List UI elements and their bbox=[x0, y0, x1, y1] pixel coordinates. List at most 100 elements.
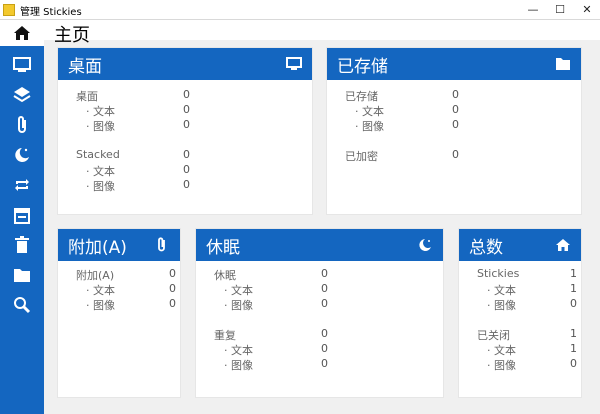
stat-value: 0 bbox=[169, 297, 176, 310]
sidebar-item-home[interactable] bbox=[0, 20, 44, 46]
stat-value: 0 bbox=[169, 267, 176, 280]
stat-value: 0 bbox=[321, 327, 328, 340]
repeat-icon bbox=[15, 179, 29, 191]
stat-value: 0 bbox=[183, 178, 190, 191]
stat-value: 0 bbox=[452, 88, 459, 101]
stat-value: 0 bbox=[183, 118, 190, 131]
minimize-button[interactable]: — bbox=[520, 0, 546, 19]
moon-icon bbox=[419, 239, 431, 251]
stat-label: · 文本 bbox=[487, 284, 516, 297]
stat-label: · 文本 bbox=[86, 105, 115, 118]
card-title: 总数 bbox=[469, 238, 503, 258]
stat-value: 0 bbox=[183, 103, 190, 116]
sidebar-item-repeat[interactable] bbox=[0, 170, 44, 200]
trash-icon bbox=[15, 236, 29, 253]
stat-value: 0 bbox=[183, 148, 190, 161]
calendar-icon bbox=[14, 208, 30, 224]
monitor-icon bbox=[286, 57, 302, 70]
stat-label: · 文本 bbox=[224, 284, 253, 297]
stat-label: · 图像 bbox=[224, 299, 253, 312]
stat-value: 1 bbox=[570, 282, 577, 295]
card-body: 已存储 0 · 文本 0 · 图像 0 已加密 0 bbox=[327, 80, 581, 214]
moon-icon bbox=[15, 148, 29, 162]
window-title: 管理 Stickies bbox=[20, 7, 82, 18]
folder-icon bbox=[14, 269, 30, 282]
sidebar-item-attached[interactable] bbox=[0, 110, 44, 140]
sidebar-item-sleep[interactable] bbox=[0, 140, 44, 170]
card-body: 休眠 0 · 文本 0 · 图像 0 重复 0 · 文本 0 · 图像 0 bbox=[196, 261, 443, 397]
stat-label: · 图像 bbox=[224, 359, 253, 372]
sidebar-item-stacked[interactable] bbox=[0, 80, 44, 110]
stat-label: · 文本 bbox=[487, 344, 516, 357]
card-desktop: 桌面 桌面 0 · 文本 0 · 图像 0 Stacked 0 · 文本 0 · 图像 0 bbox=[58, 48, 312, 214]
stat-label: · 图像 bbox=[86, 180, 115, 193]
stat-label: · 图像 bbox=[487, 299, 516, 312]
stat-label: · 图像 bbox=[86, 120, 115, 133]
card-header[interactable]: 附加(A) bbox=[58, 229, 180, 261]
stat-label: 重复 bbox=[214, 329, 236, 342]
stat-value: 1 bbox=[570, 342, 577, 355]
sidebar-item-trash[interactable] bbox=[0, 230, 44, 260]
card-header[interactable]: 桌面 bbox=[58, 48, 312, 80]
home-icon bbox=[556, 239, 570, 251]
stat-label: · 文本 bbox=[86, 165, 115, 178]
card-total: 总数 Stickies 1 · 文本 1 · 图像 0 已关闭 1 · 文本 1 · 图像… bbox=[459, 229, 581, 397]
stat-value: 0 bbox=[321, 282, 328, 295]
stat-value: 0 bbox=[169, 282, 176, 295]
card-title: 桌面 bbox=[68, 57, 102, 77]
paperclip-icon bbox=[158, 237, 165, 252]
stat-label: 休眠 bbox=[214, 269, 236, 282]
stat-value: 0 bbox=[452, 103, 459, 116]
stat-value: 1 bbox=[570, 267, 577, 280]
sidebar bbox=[0, 20, 44, 414]
card-body: 桌面 0 · 文本 0 · 图像 0 Stacked 0 · 文本 0 · 图像 0 bbox=[58, 80, 312, 214]
home-icon bbox=[14, 26, 30, 40]
sidebar-item-search[interactable] bbox=[0, 290, 44, 320]
stat-label: 桌面 bbox=[76, 90, 98, 103]
stat-label: 已加密 bbox=[345, 150, 378, 163]
stat-label: Stickies bbox=[477, 267, 520, 280]
sidebar-item-stored[interactable] bbox=[0, 260, 44, 290]
maximize-button[interactable]: ☐ bbox=[547, 0, 573, 19]
stat-label: · 图像 bbox=[355, 120, 384, 133]
stat-value: 0 bbox=[570, 297, 577, 310]
stat-value: 0 bbox=[321, 357, 328, 370]
close-button[interactable]: ✕ bbox=[574, 0, 600, 19]
stat-label: · 文本 bbox=[224, 344, 253, 357]
card-sleep: 休眠 休眠 0 · 文本 0 · 图像 0 重复 0 · 文本 0 · 图像 0 bbox=[196, 229, 443, 397]
stat-value: 0 bbox=[321, 267, 328, 280]
card-attached: 附加(A) 附加(A) 0 · 文本 0 · 图像 0 bbox=[58, 229, 180, 397]
stat-value: 0 bbox=[452, 148, 459, 161]
stat-label: · 文本 bbox=[355, 105, 384, 118]
card-header[interactable]: 已存储 bbox=[327, 48, 581, 80]
card-title: 已存储 bbox=[337, 57, 388, 77]
card-header[interactable]: 休眠 bbox=[196, 229, 443, 261]
stat-value: 0 bbox=[321, 297, 328, 310]
card-stored: 已存储 已存储 0 · 文本 0 · 图像 0 已加密 0 bbox=[327, 48, 581, 214]
stat-value: 0 bbox=[183, 163, 190, 176]
stat-value: 0 bbox=[183, 88, 190, 101]
stat-label: · 文本 bbox=[86, 284, 115, 297]
stat-value: 0 bbox=[452, 118, 459, 131]
stickies-app-icon bbox=[3, 4, 15, 16]
stat-label: Stacked bbox=[76, 148, 120, 161]
stat-value: 0 bbox=[570, 357, 577, 370]
stat-value: 0 bbox=[321, 342, 328, 355]
search-icon bbox=[14, 297, 31, 314]
card-title: 附加(A) bbox=[68, 238, 127, 258]
stat-label: 附加(A) bbox=[76, 269, 115, 282]
stat-label: · 图像 bbox=[487, 359, 516, 372]
card-header[interactable]: 总数 bbox=[459, 229, 581, 261]
stat-label: 已存储 bbox=[345, 90, 378, 103]
monitor-icon bbox=[13, 57, 31, 72]
card-title: 休眠 bbox=[206, 238, 240, 258]
layers-icon bbox=[13, 87, 31, 103]
card-body: 附加(A) 0 · 文本 0 · 图像 0 bbox=[58, 261, 180, 397]
page-title: 主页 bbox=[54, 25, 90, 46]
stat-value: 1 bbox=[570, 327, 577, 340]
paperclip-icon bbox=[18, 116, 26, 133]
sidebar-item-calendar[interactable] bbox=[0, 200, 44, 230]
title-bar: 管理 Stickies — ☐ ✕ bbox=[0, 0, 600, 20]
sidebar-item-desktop[interactable] bbox=[0, 50, 44, 80]
folder-icon bbox=[556, 58, 570, 70]
